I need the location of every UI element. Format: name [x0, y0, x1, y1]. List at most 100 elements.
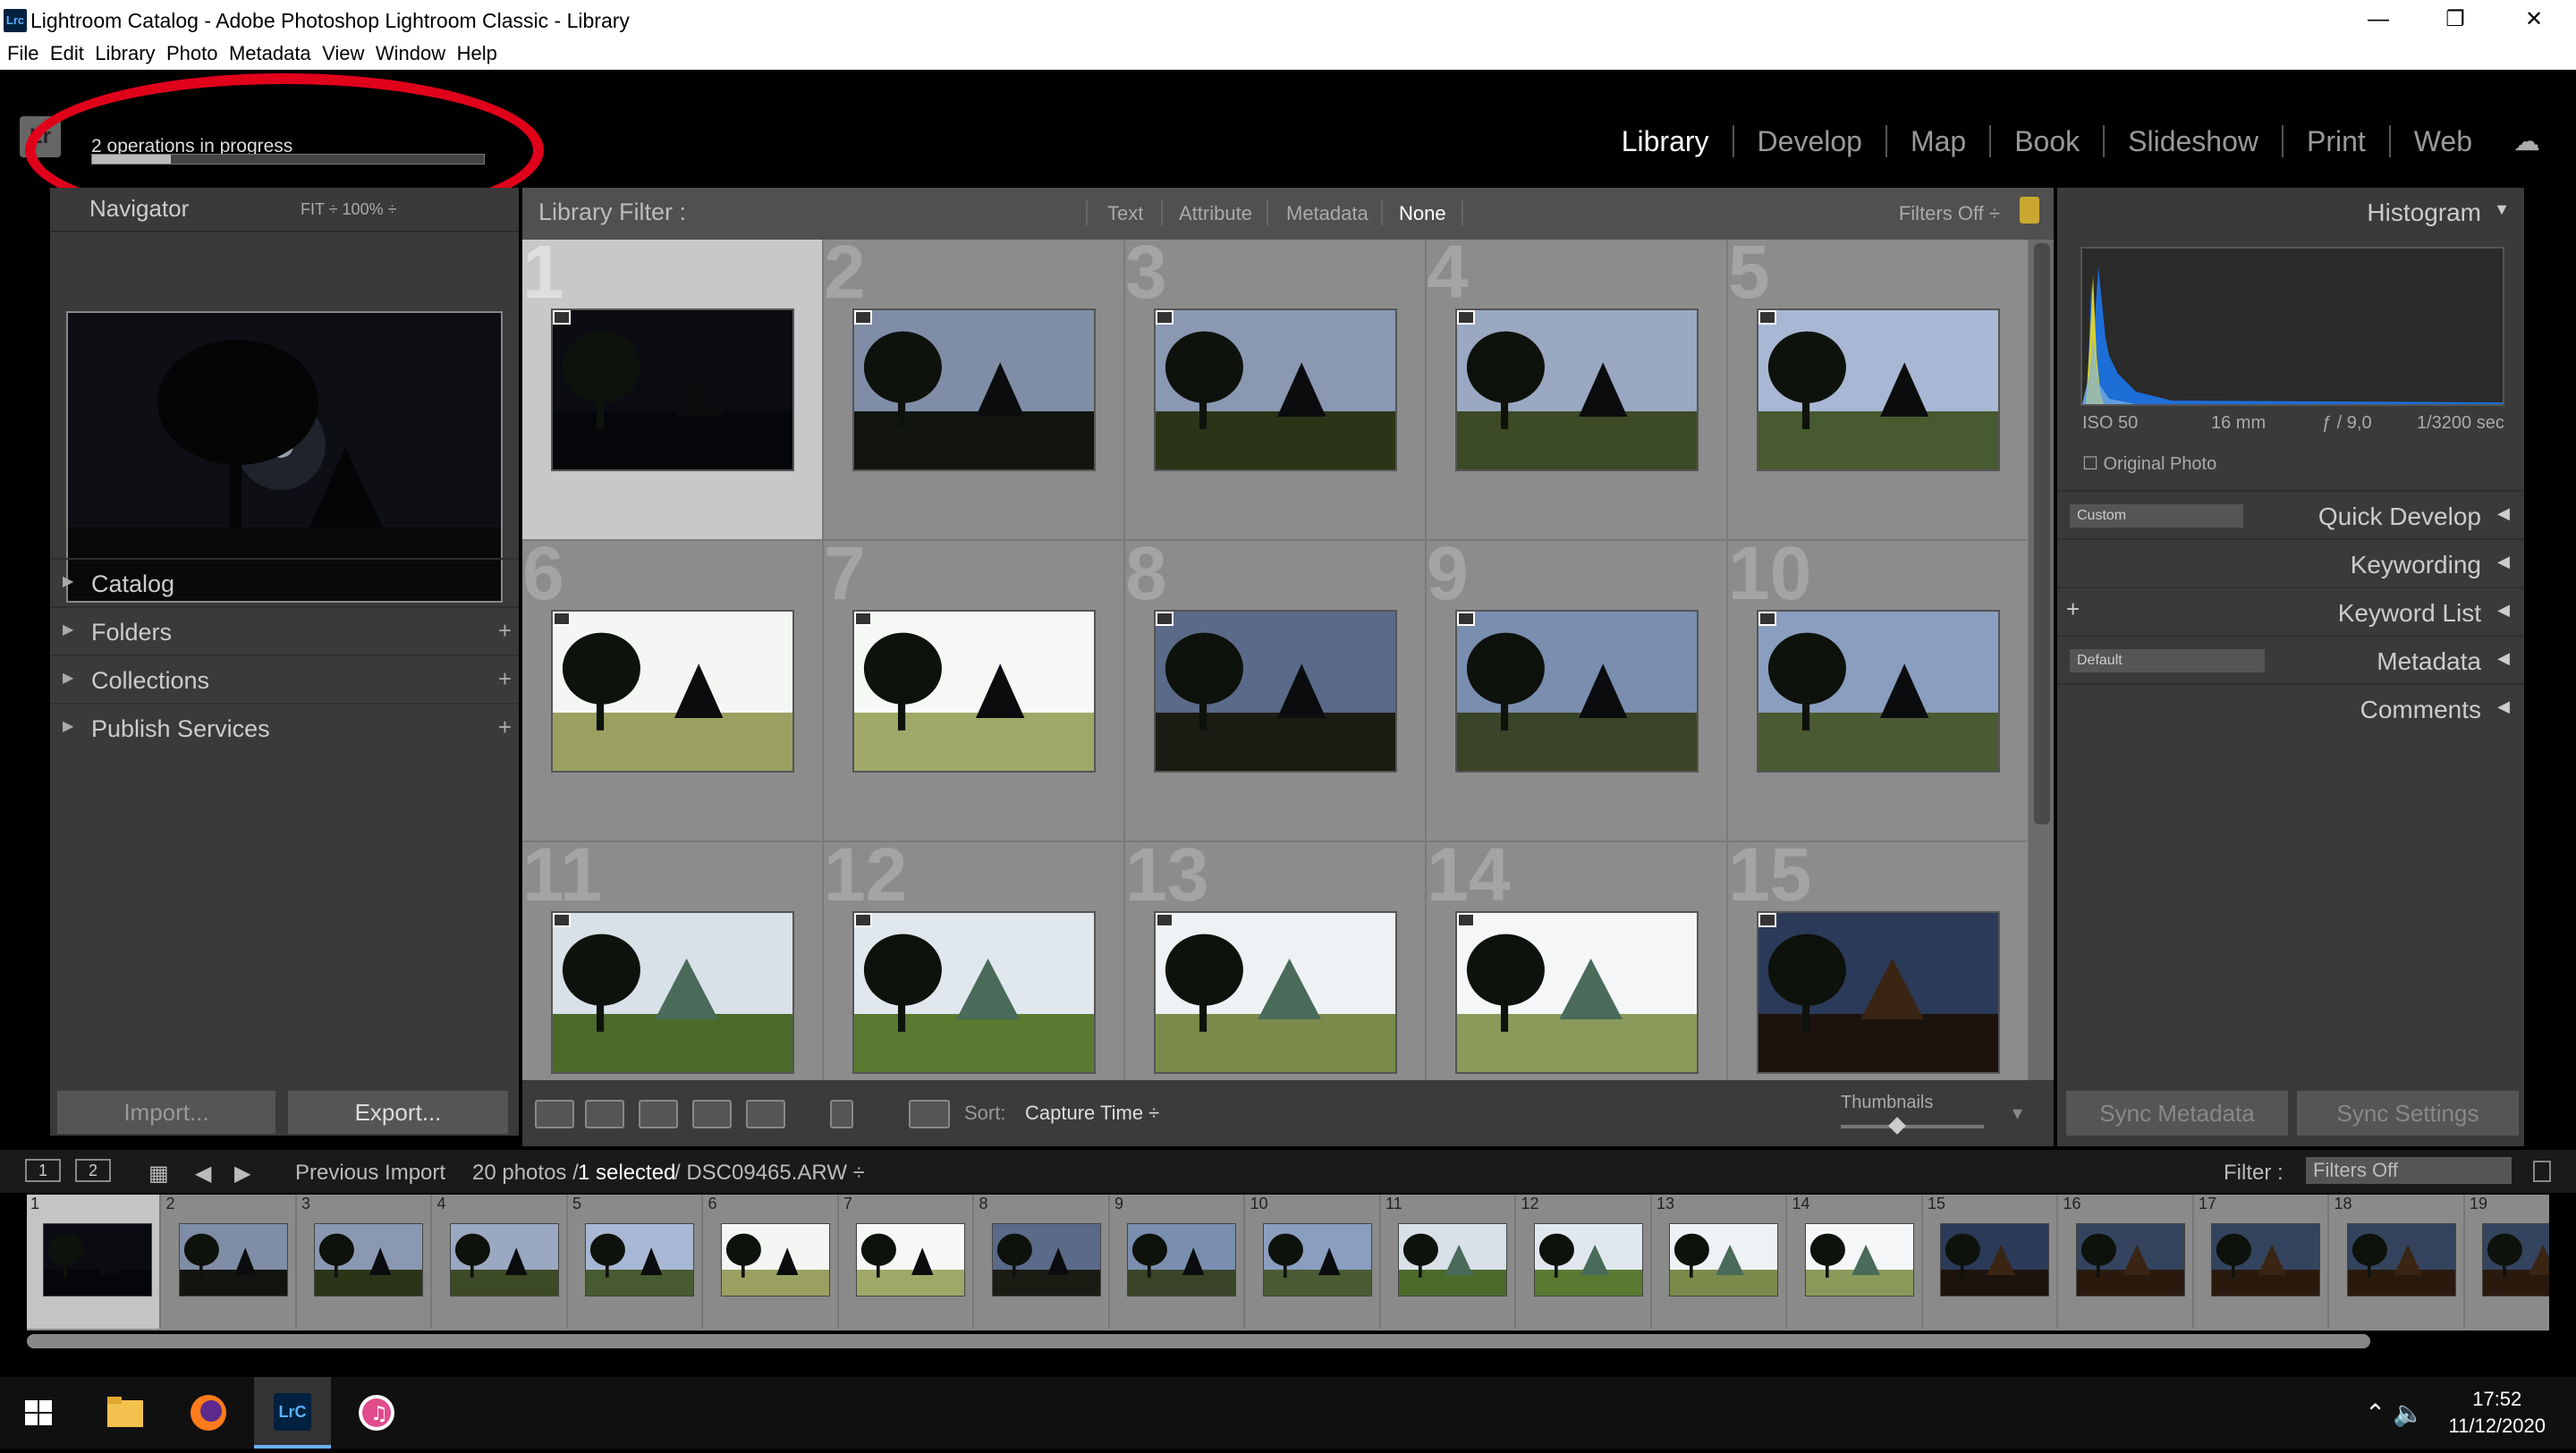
painter-icon[interactable]	[830, 1100, 853, 1128]
filmstrip-thumbnail[interactable]	[2211, 1223, 2320, 1297]
module-book[interactable]: Book	[1989, 125, 2103, 157]
add-folder-icon[interactable]: +	[498, 617, 512, 645]
filmstrip-cell[interactable]: 18	[2330, 1195, 2465, 1329]
grid-cell[interactable]: 4	[1427, 240, 1728, 541]
module-web[interactable]: Web	[2388, 125, 2496, 157]
panel-comments[interactable]: Comments ◀	[2057, 683, 2524, 731]
firefox-icon[interactable]	[170, 1377, 247, 1449]
lightroom-icon[interactable]: LrC	[254, 1377, 331, 1449]
sort-dropdown[interactable]: Capture Time ÷	[1025, 1102, 1159, 1125]
sync-settings-button[interactable]: Sync Settings	[2297, 1091, 2519, 1136]
saved-preset-dropdown[interactable]: Custom	[2070, 504, 2243, 528]
forward-arrow-icon[interactable]: ▶	[234, 1161, 250, 1187]
photo-thumbnail[interactable]	[1455, 610, 1699, 773]
back-arrow-icon[interactable]: ◀	[195, 1161, 211, 1187]
menu-edit[interactable]: Edit	[50, 41, 84, 66]
filmstrip-cell[interactable]: 9	[1111, 1195, 1245, 1329]
export-button[interactable]: Export...	[288, 1091, 508, 1134]
filmstrip-thumbnail[interactable]	[1669, 1223, 1778, 1297]
grid-cell[interactable]: 9	[1427, 541, 1728, 842]
filmstrip-thumbnail[interactable]	[991, 1223, 1101, 1297]
filmstrip-cell[interactable]: 11	[1382, 1195, 1516, 1329]
panel-collections[interactable]: ▶ Collections +	[50, 655, 519, 703]
import-button[interactable]: Import...	[57, 1091, 275, 1134]
minimize-button[interactable]: —	[2340, 0, 2417, 41]
filter-text[interactable]: Text	[1107, 202, 1143, 225]
chevron-down-icon[interactable]: ▾	[2012, 1102, 2022, 1125]
filmstrip-thumbnail[interactable]	[1940, 1223, 2049, 1297]
panel-keywording[interactable]: Keywording ◀	[2057, 538, 2524, 587]
filmstrip-scrollbar[interactable]	[27, 1334, 2370, 1348]
windows-start-icon[interactable]	[0, 1377, 77, 1449]
metadata-preset-dropdown[interactable]: Default	[2070, 649, 2265, 672]
menu-metadata[interactable]: Metadata	[229, 41, 311, 66]
grid-cell[interactable]: 6	[522, 541, 824, 842]
metadata-badge-icon[interactable]	[1758, 913, 1776, 927]
menu-library[interactable]: Library	[95, 41, 155, 66]
grid-cell[interactable]: 5	[1728, 240, 2029, 541]
filmstrip-cell[interactable]: 13	[1653, 1195, 1787, 1329]
filmstrip-thumbnail[interactable]	[178, 1223, 288, 1297]
metadata-badge-icon[interactable]	[854, 310, 872, 325]
grid-cell[interactable]: 2	[824, 240, 1125, 541]
photo-thumbnail[interactable]	[1757, 610, 2000, 773]
menu-view[interactable]: View	[322, 41, 364, 66]
filmstrip-thumbnail[interactable]	[314, 1223, 423, 1297]
tray-icons[interactable]: ⌃ 🔈	[2365, 1398, 2424, 1428]
grid-cell[interactable]: 10	[1728, 541, 2029, 842]
filmstrip-cell[interactable]: 1	[27, 1195, 161, 1329]
metadata-badge-icon[interactable]	[1156, 612, 1174, 626]
metadata-badge-icon[interactable]	[1457, 913, 1475, 927]
grid-cell[interactable]: 14	[1427, 842, 1728, 1080]
sync-metadata-button[interactable]: Sync Metadata	[2066, 1091, 2288, 1136]
module-map[interactable]: Map	[1885, 125, 1989, 157]
filter-metadata[interactable]: Metadata	[1286, 202, 1368, 225]
photo-thumbnail[interactable]	[1455, 911, 1699, 1074]
grid-cell[interactable]: 13	[1125, 842, 1427, 1080]
metadata-badge-icon[interactable]	[1457, 612, 1475, 626]
filmstrip-cell[interactable]: 17	[2195, 1195, 2329, 1329]
lock-icon[interactable]	[2020, 197, 2039, 224]
thumbnail-size-slider[interactable]	[1841, 1125, 1984, 1128]
panel-quick-develop[interactable]: Custom Quick Develop ◀	[2057, 490, 2524, 538]
panel-folders[interactable]: ▶ Folders +	[50, 606, 519, 655]
clock[interactable]: 17:52 11/12/2020	[2449, 1386, 2546, 1440]
grid-cell[interactable]: 3	[1125, 240, 1427, 541]
metadata-badge-icon[interactable]	[553, 612, 571, 626]
photo-thumbnail[interactable]	[1154, 911, 1397, 1074]
filmstrip-cell[interactable]: 15	[1924, 1195, 2058, 1329]
module-slideshow[interactable]: Slideshow	[2103, 125, 2282, 157]
photo-thumbnail[interactable]	[1154, 308, 1397, 471]
filmstrip-cell[interactable]: 10	[1246, 1195, 1381, 1329]
filmstrip-thumbnail[interactable]	[1533, 1223, 1643, 1297]
photo-thumbnail[interactable]	[852, 610, 1096, 773]
compare-view-icon[interactable]	[639, 1100, 678, 1128]
metadata-badge-icon[interactable]	[1758, 310, 1776, 325]
restore-button[interactable]: ❐	[2417, 0, 2494, 41]
grid-view-icon[interactable]	[535, 1100, 574, 1128]
photo-thumbnail[interactable]	[1455, 308, 1699, 471]
metadata-badge-icon[interactable]	[1156, 913, 1174, 927]
current-filename[interactable]: / DSC09465.ARW ÷	[674, 1161, 865, 1186]
panel-keyword-list[interactable]: + Keyword List ◀	[2057, 587, 2524, 635]
filmstrip-thumbnail[interactable]	[1127, 1223, 1236, 1297]
metadata-badge-icon[interactable]	[1156, 310, 1174, 325]
photo-thumbnail[interactable]	[1154, 610, 1397, 773]
metadata-badge-icon[interactable]	[553, 913, 571, 927]
filters-off-dropdown[interactable]: Filters Off ÷	[1899, 202, 2000, 225]
menu-help[interactable]: Help	[457, 41, 497, 66]
people-view-icon[interactable]	[746, 1100, 785, 1128]
filmstrip-thumbnail[interactable]	[1262, 1223, 1372, 1297]
photo-thumbnail[interactable]	[852, 911, 1096, 1074]
add-collection-icon[interactable]: +	[498, 665, 512, 693]
slider-knob[interactable]	[1888, 1117, 1906, 1135]
grid-cell[interactable]: 11	[522, 842, 824, 1080]
filmstrip-thumbnail[interactable]	[2482, 1223, 2549, 1297]
grid-cell[interactable]: 12	[824, 842, 1125, 1080]
main-window-button[interactable]: 1	[25, 1159, 61, 1182]
metadata-badge-icon[interactable]	[854, 612, 872, 626]
filmstrip-cell[interactable]: 8	[975, 1195, 1110, 1329]
filmstrip-thumbnail[interactable]	[2075, 1223, 2185, 1297]
module-develop[interactable]: Develop	[1732, 125, 1885, 157]
filmstrip-thumbnail[interactable]	[720, 1223, 830, 1297]
